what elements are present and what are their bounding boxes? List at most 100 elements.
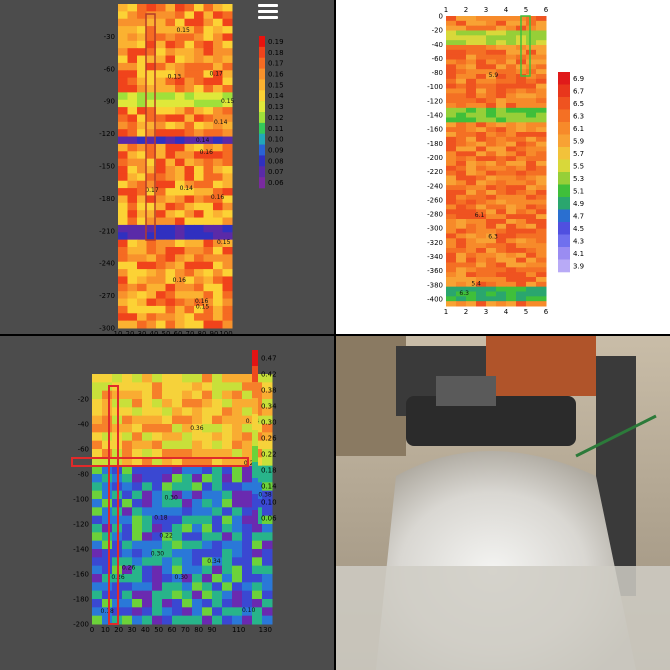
- heatmap-cell: [496, 277, 507, 283]
- heatmap-cell: [536, 156, 547, 162]
- heatmap-cell: [213, 40, 223, 49]
- heatmap-cell: [222, 55, 233, 64]
- heatmap-cell: [222, 574, 233, 583]
- colorbar-label: 3.9: [573, 262, 584, 270]
- heatmap-cell: [486, 112, 497, 118]
- heatmap-cell: [213, 151, 223, 160]
- heatmap-cell: [122, 449, 133, 458]
- colorbar-label: 0.38: [261, 387, 277, 395]
- heatmap-cell: [213, 305, 223, 314]
- heatmap-cell: [222, 424, 233, 433]
- heatmap-cell: [476, 146, 487, 152]
- heatmap-cell: [536, 286, 547, 292]
- heatmap-cell: [466, 185, 477, 191]
- heatmap-cell: [466, 233, 477, 239]
- heatmap-cell: [118, 129, 128, 138]
- heatmap-cell: [118, 48, 128, 57]
- x-tick-label: 80: [194, 626, 203, 634]
- heatmap-cell: [194, 320, 204, 329]
- heatmap-cell: [165, 121, 176, 130]
- heatmap-cell: [165, 180, 176, 189]
- heatmap-cell: [446, 64, 457, 70]
- heatmap-cell: [182, 490, 193, 500]
- heatmap-cell: [496, 209, 507, 215]
- contour-label: 0.18: [101, 608, 115, 615]
- heatmap-cell: [446, 161, 457, 167]
- heatmap-cell: [506, 214, 517, 220]
- heatmap-cell: [476, 132, 487, 138]
- heatmap-cell: [156, 107, 166, 115]
- heatmap-cell: [526, 103, 537, 109]
- heatmap-cell: [516, 107, 527, 114]
- heatmap-cell: [202, 615, 213, 625]
- heatmap-cell: [496, 117, 507, 123]
- heatmap-cell: [165, 129, 176, 138]
- heatmap-cell: [212, 524, 223, 533]
- heatmap-cell: [222, 143, 233, 152]
- heatmap-cell: [536, 209, 547, 215]
- heatmap-cell: [446, 204, 457, 210]
- heatmap-cell: [156, 92, 166, 101]
- heatmap-cell: [516, 243, 527, 249]
- heatmap-cell: [496, 180, 507, 186]
- heatmap-cell: [456, 243, 467, 249]
- heatmap-cell: [466, 132, 477, 138]
- heatmap-cell: [516, 252, 527, 259]
- heatmap-cell: [466, 223, 477, 230]
- heatmap-cell: [476, 248, 487, 254]
- heatmap-cell: [456, 161, 467, 167]
- colorbar-swatch: [558, 134, 570, 148]
- heatmap-cell: [118, 188, 128, 196]
- colorbar-label: 0.42: [261, 371, 277, 379]
- heatmap-cell: [476, 185, 487, 191]
- heatmap-cell: [536, 262, 547, 268]
- colorbar-label: 4.5: [573, 225, 584, 233]
- heatmap-cell: [132, 549, 143, 558]
- heatmap-cell: [213, 247, 223, 255]
- heatmap-cell: [192, 490, 203, 500]
- heatmap-cell: [212, 582, 223, 592]
- x-tick-label: 4: [504, 308, 509, 316]
- heatmap-cell: [184, 173, 195, 182]
- heatmap-cell: [222, 62, 233, 71]
- heatmap-cell: [118, 320, 128, 329]
- heatmap-cell: [232, 449, 243, 458]
- heatmap-cell: [192, 482, 203, 492]
- heatmap-cell: [172, 549, 183, 558]
- heatmap-cell: [202, 407, 213, 417]
- heatmap-cell: [202, 565, 213, 575]
- heatmap-cell: [242, 449, 253, 458]
- heatmap-cell: [127, 92, 138, 101]
- heatmap-cell: [137, 261, 147, 270]
- heatmap-cell: [127, 210, 138, 219]
- heatmap-cell: [203, 232, 214, 241]
- heatmap-cell: [526, 252, 537, 259]
- hamburger-menu-icon[interactable]: [258, 4, 278, 20]
- heatmap-cell: [242, 490, 253, 500]
- heatmap-cell: [446, 219, 457, 225]
- heatmap-cell: [132, 440, 143, 450]
- heatmap-cell: [127, 55, 138, 64]
- heatmap-cell: [526, 228, 537, 234]
- heatmap-cell: [486, 257, 497, 263]
- heatmap-cell: [152, 590, 163, 600]
- heatmap-cell: [192, 507, 203, 517]
- heatmap-cell: [156, 239, 166, 248]
- heatmap-cell: [456, 136, 467, 143]
- heatmap-cell: [526, 248, 537, 254]
- heatmap-cell: [516, 301, 527, 307]
- heatmap-cell: [132, 590, 143, 600]
- heatmap-cell: [213, 158, 223, 167]
- heatmap-cell: [506, 35, 517, 41]
- colorbar-swatch: [252, 414, 258, 431]
- heatmap-cell: [506, 64, 517, 70]
- y-tick-label: -340: [427, 253, 443, 261]
- heatmap-cell: [156, 232, 166, 241]
- heatmap-cell: [118, 143, 128, 152]
- heatmap-cell: [118, 261, 128, 270]
- heatmap-cell: [526, 127, 537, 133]
- heatmap-cell: [184, 77, 195, 86]
- heatmap-cell: [476, 45, 487, 51]
- heatmap-cell: [118, 107, 128, 115]
- heatmap-cell: [516, 127, 527, 133]
